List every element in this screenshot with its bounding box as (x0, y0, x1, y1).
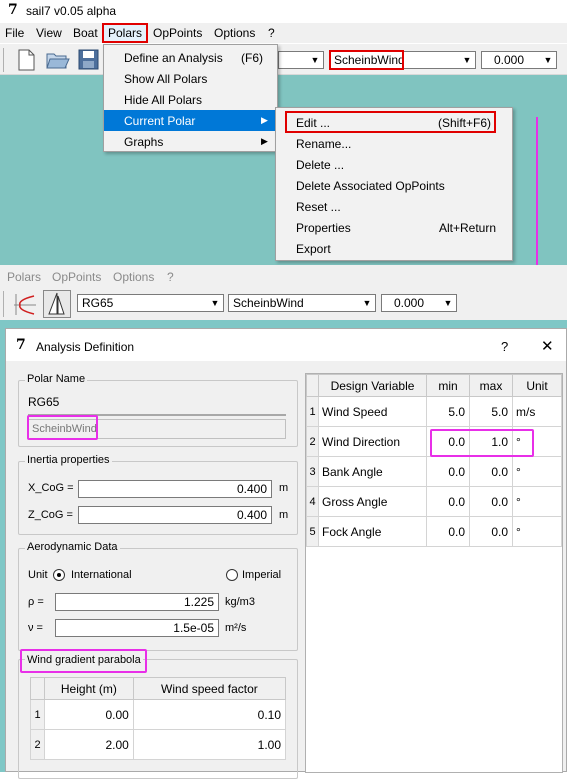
title-bar: 7 sail7 v0.05 alpha (0, 0, 567, 22)
polars-menu: Define an Analysis (F6) Show All Polars … (103, 44, 278, 152)
wind-direction-highlight (430, 429, 534, 457)
value-combo[interactable]: 0.000 ▼ (481, 51, 557, 69)
menu-view[interactable]: View (36, 26, 62, 40)
rho-field[interactable]: 1.225 (55, 593, 219, 611)
table-row: 1 0.00 0.10 (30, 699, 287, 730)
close-button[interactable]: ✕ (541, 337, 554, 355)
toolbar-hidden-combo[interactable]: ▼ (278, 51, 324, 69)
toolbar: ▼ ScheinbWind ▼ 0.000 ▼ (0, 44, 567, 75)
menu-oppoints[interactable]: OpPoints (153, 26, 202, 40)
wind-gradient-highlight (20, 649, 147, 673)
polar-combo-2[interactable]: ScheinbWind ▼ (228, 294, 376, 312)
menu-bar-2: Polars OpPoints Options ? (0, 265, 567, 287)
menu-item-show-all-polars[interactable]: Show All Polars (104, 68, 277, 89)
open-folder-icon[interactable] (46, 49, 70, 71)
value-combo-2[interactable]: 0.000 ▼ (381, 294, 457, 312)
new-file-icon[interactable] (15, 49, 37, 71)
boat-combo[interactable]: RG65 ▼ (77, 294, 224, 312)
menu-item-delete[interactable]: Delete ... (276, 154, 512, 175)
window-title: sail7 v0.05 alpha (26, 4, 117, 18)
column-header-min[interactable]: min (426, 374, 470, 397)
nu-unit: m²/s (225, 622, 247, 634)
chevron-down-icon: ▼ (310, 55, 320, 65)
menu-bar: File View Boat Polars OpPoints Options ? (0, 23, 567, 43)
unit-label: Unit (28, 569, 48, 581)
polar-graph-icon[interactable] (12, 292, 38, 318)
menu-boat[interactable]: Boat (73, 26, 98, 40)
analysis-definition-dialog: 7 Analysis Definition ? ✕ Polar Name RG6… (5, 328, 567, 779)
nu-label: ν = (28, 622, 43, 634)
column-header-height[interactable]: Height (m) (44, 677, 134, 700)
chevron-down-icon: ▼ (443, 298, 453, 308)
chevron-down-icon: ▼ (462, 55, 472, 65)
menu-item-reset[interactable]: Reset ... (276, 196, 512, 217)
chevron-down-icon: ▼ (543, 55, 553, 65)
save-icon[interactable] (78, 49, 100, 71)
menu-item-graphs[interactable]: Graphs ▶ (104, 131, 277, 152)
app-logo-icon: 7 (8, 2, 18, 18)
zcog-unit: m (279, 509, 289, 521)
menu-polars[interactable]: Polars (102, 23, 149, 43)
menu2-help[interactable]: ? (167, 270, 174, 284)
chevron-down-icon: ▼ (210, 298, 220, 308)
current-polar-submenu: Edit ... (Shift+F6) Rename... Delete ...… (275, 107, 513, 261)
radio-imperial[interactable] (226, 569, 238, 581)
column-header-design-variable[interactable]: Design Variable (318, 374, 427, 397)
table-row: 1 Wind Speed 5.0 5.0 m/s (306, 396, 562, 427)
rho-unit: kg/m3 (225, 596, 255, 608)
zcog-label: Z_CoG = (28, 509, 73, 521)
column-header-unit[interactable]: Unit (512, 374, 562, 397)
help-button[interactable]: ? (501, 339, 508, 354)
table-row: 4 Gross Angle 0.0 0.0 ° (306, 486, 562, 517)
menu-item-delete-oppoints[interactable]: Delete Associated OpPoints (276, 175, 512, 196)
wind-gradient-table: Height (m) Wind speed factor 1 0.00 0.10… (30, 677, 287, 760)
xcog-label: X_CoG = (28, 482, 74, 494)
dialog-title-bar: 7 Analysis Definition ? ✕ (6, 329, 566, 361)
polar-combo-highlight (329, 50, 404, 70)
inertia-group: Inertia properties X_CoG = 0.400 m Z_CoG… (18, 454, 298, 535)
xcog-field[interactable]: 0.400 (78, 480, 272, 498)
toolbar-separator (3, 48, 4, 72)
dialog-title: Analysis Definition (36, 340, 135, 354)
edit-highlight (285, 111, 496, 133)
menu2-oppoints[interactable]: OpPoints (52, 270, 101, 284)
menu-help[interactable]: ? (268, 26, 275, 40)
menu-item-current-polar[interactable]: Current Polar ▶ (104, 110, 277, 131)
chevron-right-icon: ▶ (261, 115, 268, 125)
column-header-wind-factor[interactable]: Wind speed factor (132, 677, 287, 700)
xcog-unit: m (279, 482, 289, 494)
menu-item-define-analysis[interactable]: Define an Analysis (F6) (104, 47, 277, 68)
app-logo-icon: 7 (16, 337, 26, 353)
menu-item-export[interactable]: Export (276, 238, 512, 259)
rho-label: ρ = (28, 596, 44, 608)
unit-imperial-label: Imperial (242, 569, 282, 581)
boat-name: RG65 (28, 395, 60, 409)
nu-field[interactable]: 1.5e-05 (55, 619, 219, 637)
column-header-max[interactable]: max (469, 374, 513, 397)
menu-file[interactable]: File (5, 26, 24, 40)
table-row: 5 Fock Angle 0.0 0.0 ° (306, 516, 562, 547)
polar-name-highlight (27, 415, 98, 440)
design-variable-table: Design Variable min max Unit 1 Wind Spee… (306, 374, 562, 547)
menu-item-rename[interactable]: Rename... (276, 133, 512, 154)
aerodynamic-group: Aerodynamic Data Unit International Impe… (18, 541, 298, 651)
menu-item-properties[interactable]: Properties Alt+Return (276, 217, 512, 238)
radio-international[interactable] (53, 569, 65, 581)
table-row: 3 Bank Angle 0.0 0.0 ° (306, 456, 562, 487)
unit-international-label: International (71, 569, 132, 581)
toolbar-2: RG65 ▼ ScheinbWind ▼ 0.000 ▼ (0, 287, 567, 320)
menu-item-hide-all-polars[interactable]: Hide All Polars (104, 89, 277, 110)
table-row: 2 2.00 1.00 (30, 729, 287, 760)
menu-options[interactable]: Options (214, 26, 255, 40)
sail-icon[interactable] (43, 290, 71, 318)
chevron-right-icon: ▶ (261, 136, 268, 146)
zcog-field[interactable]: 0.400 (78, 506, 272, 524)
menu2-options[interactable]: Options (113, 270, 154, 284)
toolbar-separator (3, 291, 4, 317)
menu2-polars[interactable]: Polars (7, 270, 41, 284)
chevron-down-icon: ▼ (362, 298, 372, 308)
